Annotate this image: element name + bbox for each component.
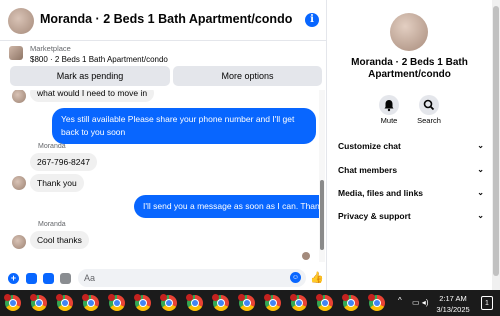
menu-item-chat-members[interactable]: Chat members ⌄ (338, 165, 488, 175)
messenger-window: Moranda · 2 Beds 1 Bath Apartment/condo … (0, 0, 500, 316)
info-icon[interactable]: i (305, 13, 319, 27)
message-list: what would I need to move in Yes still a… (0, 90, 320, 262)
chrome-icon[interactable] (4, 294, 22, 312)
menu-item-label: Media, files and links (338, 188, 424, 198)
chrome-icon[interactable] (316, 294, 334, 312)
message-bubble-incoming: Thank you (30, 174, 84, 192)
sender-avatar (12, 235, 26, 249)
page-scrollbar-thumb[interactable] (493, 6, 499, 276)
chrome-icon[interactable] (56, 294, 74, 312)
taskbar-clock[interactable]: 2:17 AM 3/13/2025 (432, 293, 474, 315)
menu-item-media-files-links[interactable]: Media, files and links ⌄ (338, 188, 488, 198)
message-bubble-incoming: Cool thanks (30, 231, 89, 249)
message-bubble-incoming: 267-796-8247 (30, 153, 97, 171)
chrome-icon[interactable] (82, 294, 100, 312)
clock-date: 3/13/2025 (436, 305, 470, 314)
menu-item-label: Chat members (338, 165, 398, 175)
gif-icon[interactable] (60, 273, 71, 284)
menu-item-privacy-support[interactable]: Privacy & support ⌄ (338, 211, 488, 221)
sender-avatar (12, 90, 26, 103)
menu-item-label: Privacy & support (338, 211, 411, 221)
chrome-icon[interactable] (290, 294, 308, 312)
chevron-down-icon: ⌄ (477, 211, 484, 220)
like-icon[interactable]: 👍 (310, 271, 324, 284)
network-icon: ▭ (412, 298, 420, 307)
listing-title[interactable]: $800 · 2 Beds 1 Bath Apartment/condo (30, 55, 168, 64)
menu-item-customize-chat[interactable]: Customize chat ⌄ (338, 141, 488, 151)
mute-button[interactable] (379, 95, 399, 115)
sender-name: Moranda (38, 143, 66, 150)
menu-item-label: Customize chat (338, 141, 401, 151)
search-button[interactable] (419, 95, 439, 115)
chrome-icon[interactable] (212, 294, 230, 312)
chevron-down-icon: ⌄ (477, 188, 484, 197)
network-volume-tray[interactable]: ▭ ◂) (412, 298, 428, 307)
chrome-icon[interactable] (238, 294, 256, 312)
contact-avatar-large[interactable] (390, 13, 428, 51)
tray-overflow-icon[interactable]: ^ (398, 296, 402, 305)
chrome-icon[interactable] (342, 294, 360, 312)
message-bubble-outgoing: Yes still available Please share your ph… (52, 108, 316, 144)
chrome-icon[interactable] (186, 294, 204, 312)
contact-avatar[interactable] (8, 8, 34, 34)
chevron-down-icon: ⌄ (477, 165, 484, 174)
search-label: Search (417, 116, 441, 125)
more-options-button[interactable]: More options (173, 66, 322, 86)
sender-avatar (12, 176, 26, 190)
sticker-icon[interactable] (43, 273, 54, 284)
mute-label: Mute (380, 116, 398, 125)
chat-header: Moranda · 2 Beds 1 Bath Apartment/condo … (0, 0, 326, 41)
chrome-icon[interactable] (134, 294, 152, 312)
page-scrollbar[interactable] (492, 0, 500, 290)
chrome-icon[interactable] (30, 294, 48, 312)
volume-icon: ◂) (421, 298, 429, 307)
photo-icon[interactable] (26, 273, 37, 284)
chrome-icon[interactable] (368, 294, 386, 312)
chat-pane: Moranda · 2 Beds 1 Bath Apartment/condo … (0, 0, 327, 290)
mute-bell-icon (384, 100, 394, 112)
conversation-details-pane: Moranda · 2 Beds 1 Bath Apartment/condo … (327, 0, 492, 290)
sender-name: Moranda (38, 221, 66, 228)
chrome-icon[interactable] (264, 294, 282, 312)
clock-time: 2:17 AM (439, 294, 467, 303)
message-bubble-outgoing: I'll send you a message as soon as I can… (134, 195, 320, 218)
plus-icon[interactable]: + (8, 273, 19, 284)
message-bubble-incoming: what would I need to move in (30, 90, 155, 102)
notification-icon[interactable]: 1 (481, 296, 493, 310)
search-icon (423, 99, 435, 111)
emoji-icon[interactable]: ☺ (290, 272, 301, 283)
chat-title[interactable]: Moranda · 2 Beds 1 Bath Apartment/condo (40, 12, 292, 26)
message-input[interactable]: Aa (78, 269, 306, 287)
scrollbar-thumb[interactable] (320, 180, 324, 250)
seen-indicator-avatar (302, 252, 310, 260)
marketplace-label: Marketplace (30, 44, 71, 53)
chevron-down-icon: ⌄ (477, 141, 484, 150)
message-scrollbar[interactable] (319, 90, 325, 262)
composer-bar: + Aa (0, 265, 326, 290)
chrome-icon[interactable] (160, 294, 178, 312)
listing-thumbnail[interactable] (9, 46, 23, 60)
chrome-icon[interactable] (108, 294, 126, 312)
details-title: Moranda · 2 Beds 1 Bath Apartment/condo (351, 57, 468, 80)
mark-as-pending-button[interactable]: Mark as pending (10, 66, 170, 86)
